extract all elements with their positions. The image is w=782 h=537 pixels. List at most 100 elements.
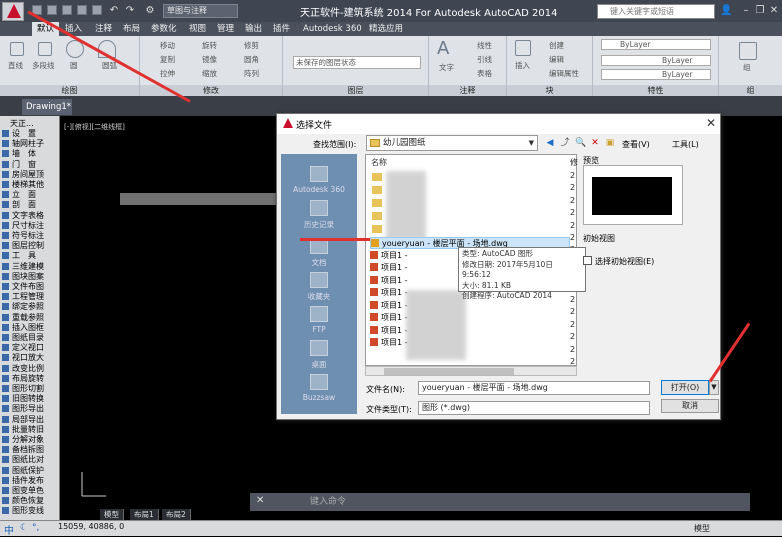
scroll-thumb[interactable] (384, 368, 514, 375)
create-block-tool[interactable]: 创建 (549, 40, 564, 51)
group-icon[interactable] (739, 42, 757, 60)
user-icon[interactable]: 👤 (720, 5, 732, 17)
palette-item[interactable]: 图形切割 (2, 384, 58, 395)
close-icon[interactable]: ✕ (256, 495, 264, 506)
initial-view-checkbox-label[interactable]: 选择初始视图(E) (595, 256, 654, 267)
tools-menu[interactable]: 工具(L) (672, 139, 699, 150)
tab-manage[interactable]: 管理 (212, 22, 239, 36)
palette-item[interactable]: 楼梯其他 (2, 180, 58, 191)
tab-layout[interactable]: 布局 (118, 22, 145, 36)
workspace-select[interactable]: 草图与注释 (163, 4, 238, 18)
tab-parametric[interactable]: 参数化 (146, 22, 182, 36)
linear-dim-tool[interactable]: 线性 (477, 40, 492, 51)
insert-block-icon[interactable] (515, 40, 531, 56)
palette-item[interactable]: 文字表格 (2, 211, 58, 222)
place-buzzsaw[interactable]: Buzzsaw (281, 374, 357, 402)
application-menu-button[interactable] (2, 2, 24, 21)
minimize-icon[interactable]: – (740, 5, 752, 17)
palette-item[interactable]: 设 置 (2, 129, 58, 140)
tab-output[interactable]: 输出 (240, 22, 267, 36)
palette-item[interactable]: 符号标注 (2, 231, 58, 242)
circle-tool[interactable]: 圆 (70, 60, 78, 71)
group-tool[interactable]: 组 (743, 62, 751, 73)
palette-item[interactable]: 三维建模 (2, 262, 58, 273)
print-icon[interactable] (92, 5, 102, 15)
place-favorites[interactable]: 收藏夹 (281, 272, 357, 302)
rotate-tool[interactable]: 旋转 (202, 40, 217, 51)
palette-item[interactable]: 插件发布 (2, 476, 58, 487)
polyline-icon[interactable] (38, 42, 52, 56)
tab-drawing1[interactable]: Drawing1* (22, 99, 72, 115)
color-select[interactable]: ByLayer (601, 39, 711, 50)
close-icon[interactable]: ✕ (768, 5, 780, 17)
restore-icon[interactable]: ❐ (754, 5, 766, 17)
delete-icon[interactable]: ✕ (590, 138, 600, 148)
array-tool[interactable]: 阵列 (244, 68, 259, 79)
line-tool[interactable]: 直线 (8, 60, 23, 71)
filetype-select[interactable]: 图形 (*.dwg) (418, 401, 650, 415)
redo-icon[interactable]: ↷ (124, 5, 136, 17)
palette-item[interactable]: 分解对象 (2, 435, 58, 446)
horizontal-scrollbar[interactable] (365, 366, 577, 376)
place-history[interactable]: 历史记录 (281, 200, 357, 230)
palette-item[interactable]: 文件布图 (2, 282, 58, 293)
save-as-icon[interactable] (77, 5, 87, 15)
search-input[interactable]: 键入关键字或短语 (597, 4, 715, 19)
tab-model[interactable]: 模型 (100, 509, 124, 520)
text-icon[interactable]: A (437, 40, 455, 58)
palette-item[interactable]: 改变比例 (2, 364, 58, 375)
place-autodesk360[interactable]: Autodesk 360 (281, 166, 357, 194)
punctuation-icon[interactable]: °, (32, 523, 39, 533)
tab-plugins[interactable]: 插件 (268, 22, 295, 36)
palette-item[interactable]: 图纸目录 (2, 333, 58, 344)
moon-icon[interactable]: ☾ (20, 523, 28, 533)
tab-annotate[interactable]: 注释 (90, 22, 117, 36)
cancel-button[interactable]: 取消 (661, 399, 719, 413)
edit-block-tool[interactable]: 编辑 (549, 54, 564, 65)
palette-item[interactable]: 房间屋顶 (2, 170, 58, 181)
palette-item[interactable]: 工 具 (2, 251, 58, 262)
tab-autodesk360[interactable]: Autodesk 360 (298, 22, 367, 36)
column-header-date[interactable]: 修 (570, 157, 578, 168)
gear-icon[interactable]: ⚙ (144, 5, 156, 17)
place-ftp[interactable]: FTP (281, 306, 357, 334)
palette-item[interactable]: 批量转旧 (2, 425, 58, 436)
new-folder-icon[interactable]: ▣ (605, 138, 615, 148)
file-row[interactable]: 项目1 - (370, 312, 570, 324)
palette-item[interactable]: 图形导出 (2, 404, 58, 415)
tab-layout2[interactable]: 布局2 (162, 509, 191, 520)
tab-featured-apps[interactable]: 精选应用 (364, 22, 408, 36)
open-button[interactable]: 打开(O) (661, 380, 709, 395)
command-line-input[interactable]: 键入命令 (250, 493, 750, 511)
insert-block-tool[interactable]: 插入 (515, 60, 530, 71)
palette-item[interactable]: 图形变线 (2, 506, 58, 517)
palette-item[interactable]: 图块图案 (2, 272, 58, 283)
mirror-tool[interactable]: 镜像 (202, 54, 217, 65)
palette-item[interactable]: 图变单色 (2, 486, 58, 497)
close-icon[interactable]: ✕ (706, 116, 716, 130)
initial-view-checkbox[interactable] (583, 256, 592, 265)
file-row[interactable]: 项目1 - (370, 337, 570, 349)
palette-item[interactable]: 图纸保护 (2, 466, 58, 477)
move-tool[interactable]: 移动 (160, 40, 175, 51)
linetype-select[interactable]: ByLayer (601, 55, 711, 66)
column-header-name[interactable]: 名称 (371, 157, 387, 168)
text-tool[interactable]: 文字 (439, 62, 454, 73)
scale-tool[interactable]: 缩放 (202, 68, 217, 79)
palette-item[interactable]: 视口放大 (2, 353, 58, 364)
file-row[interactable]: 项目1 - (370, 325, 570, 337)
ime-indicator[interactable]: 中 (4, 522, 14, 537)
palette-item[interactable]: 尺寸标注 (2, 221, 58, 232)
back-icon[interactable]: ◀ (545, 138, 555, 148)
model-space-button[interactable]: 模型 (694, 523, 710, 534)
palette-item[interactable]: 布局旋转 (2, 374, 58, 385)
tab-view[interactable]: 视图 (184, 22, 211, 36)
palette-item[interactable]: 门 窗 (2, 160, 58, 171)
save-icon[interactable] (62, 5, 72, 15)
search-web-icon[interactable]: 🔍 (575, 138, 586, 148)
palette-item[interactable]: 重载参照 (2, 313, 58, 324)
palette-item[interactable]: 局部导出 (2, 415, 58, 426)
palette-item[interactable]: 图纸比对 (2, 455, 58, 466)
fillet-tool[interactable]: 圆角 (244, 54, 259, 65)
line-icon[interactable] (10, 42, 24, 56)
